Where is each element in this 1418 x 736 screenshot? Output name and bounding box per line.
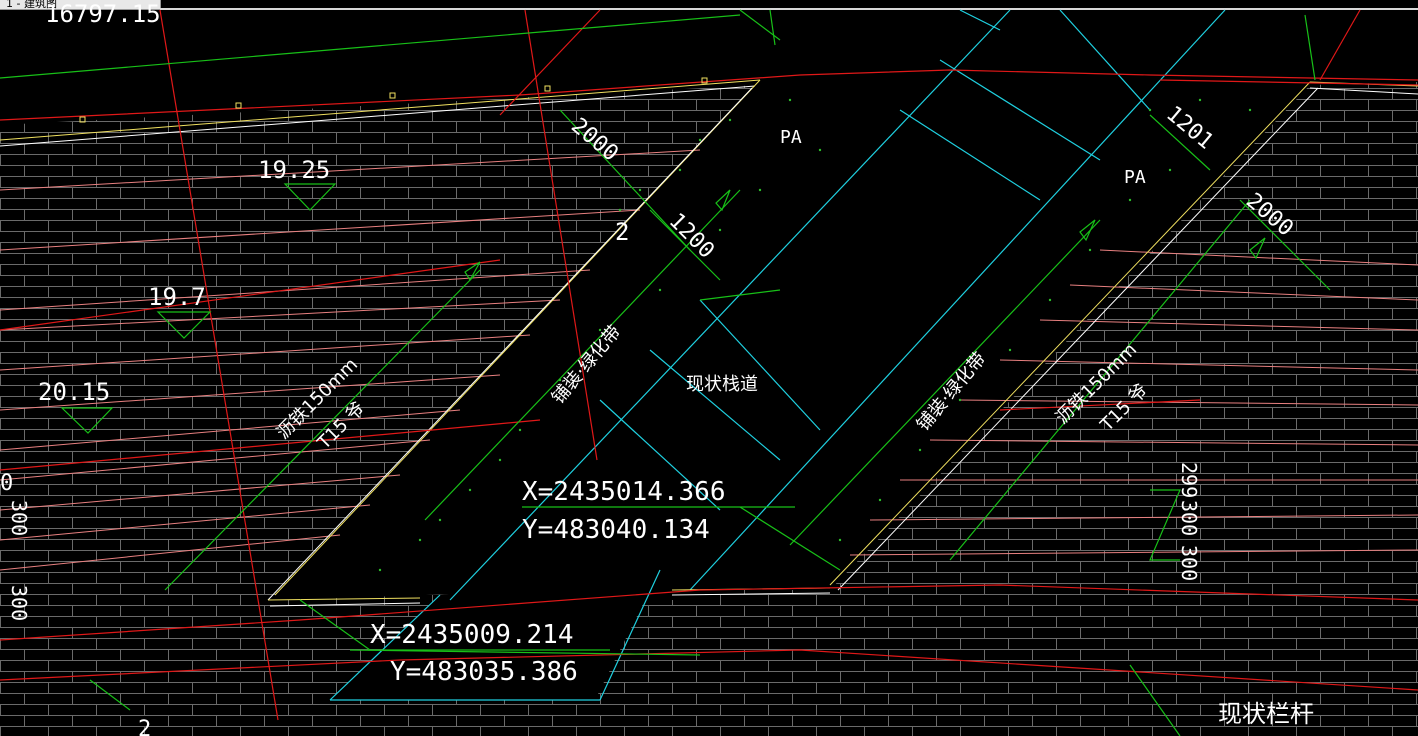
edge-fragment: 2 [138, 717, 151, 736]
vertical-dimension: 300 [1177, 545, 1201, 581]
coord-a-x: X=2435014.366 [522, 477, 726, 507]
corner-value-text: 16797.15 [45, 0, 161, 28]
edge-fragment: 0 [0, 471, 13, 496]
left-edge-dimension: 300 [7, 500, 31, 536]
coord-b-x: X=2435009.214 [370, 620, 574, 650]
cad-drawing-canvas[interactable]: 16797.15 19.25 19.7 20.15 PA PA 2000 120… [0, 0, 1418, 736]
existing-path-label: 现状栈道 [686, 374, 758, 395]
elevation-label: 19.7 [148, 283, 206, 311]
elevation-label: 19.25 [258, 156, 330, 184]
coord-b-y: Y=483035.386 [390, 657, 578, 687]
area-label: PA [1124, 167, 1146, 188]
mark-label: 2 [615, 218, 629, 246]
existing-railing-label: 现状栏杆 [1218, 700, 1314, 728]
area-label: PA [780, 127, 802, 148]
coord-a-y: Y=483040.134 [522, 515, 710, 545]
left-edge-dimension: 300 [7, 585, 31, 621]
elevation-label: 20.15 [38, 378, 110, 406]
vertical-dimension: 299 [1177, 462, 1201, 498]
vertical-dimension: 300 [1177, 500, 1201, 536]
